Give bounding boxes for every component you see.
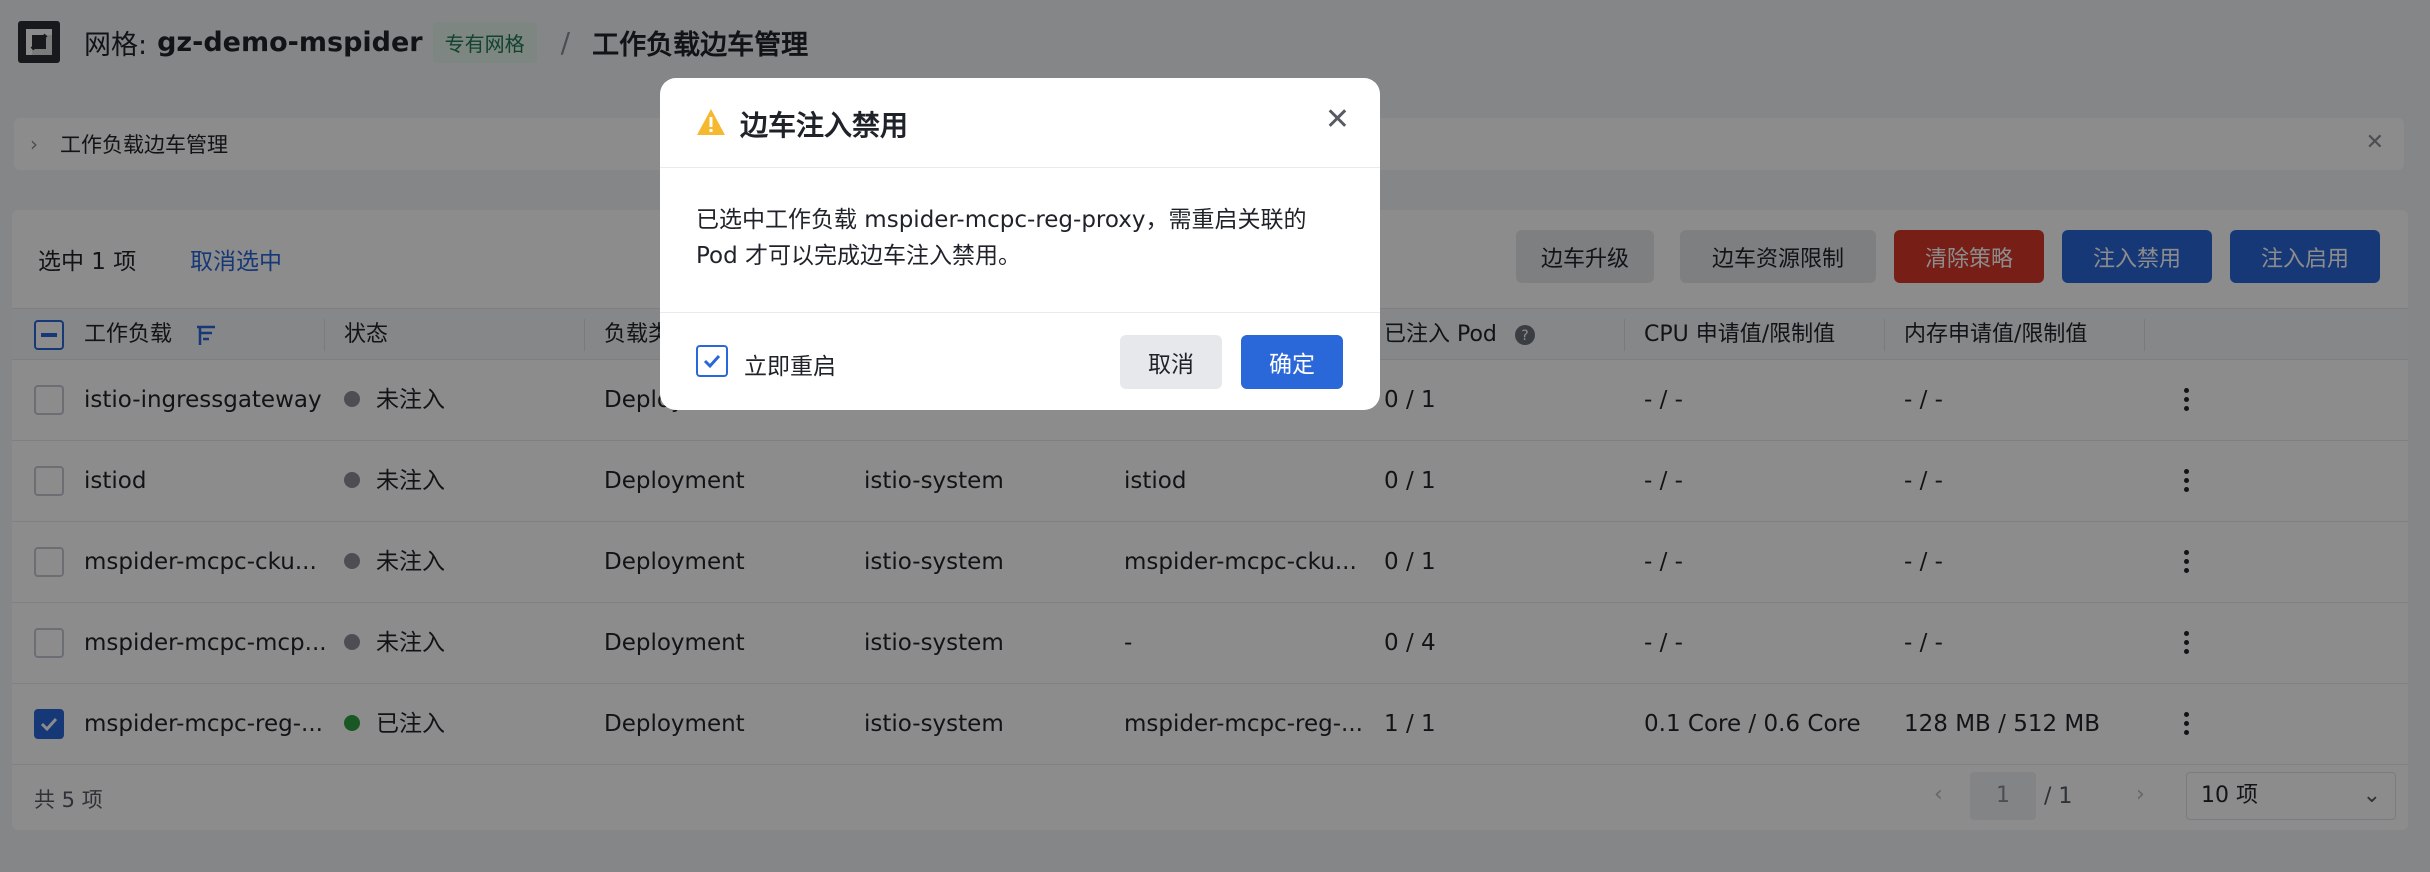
confirm-button[interactable]: 确定 xyxy=(1241,335,1343,389)
dialog-message: 已选中工作负载 mspider-mcpc-reg-proxy，需重启关联的 Po… xyxy=(696,207,1307,269)
disable-injection-dialog: 边车注入禁用 ✕ 已选中工作负载 mspider-mcpc-reg-proxy，… xyxy=(660,78,1380,410)
restart-now-label[interactable]: 立即重启 xyxy=(744,347,836,381)
close-icon[interactable]: ✕ xyxy=(1325,102,1350,137)
checkmark-icon xyxy=(703,354,721,369)
cancel-button[interactable]: 取消 xyxy=(1120,335,1222,389)
dialog-footer: 立即重启 取消 确定 xyxy=(660,312,1380,410)
dialog-title: 边车注入禁用 xyxy=(740,109,909,142)
restart-now-checkbox[interactable] xyxy=(696,345,728,377)
dialog-header: 边车注入禁用 ✕ xyxy=(660,78,1380,168)
warning-icon xyxy=(697,109,725,135)
